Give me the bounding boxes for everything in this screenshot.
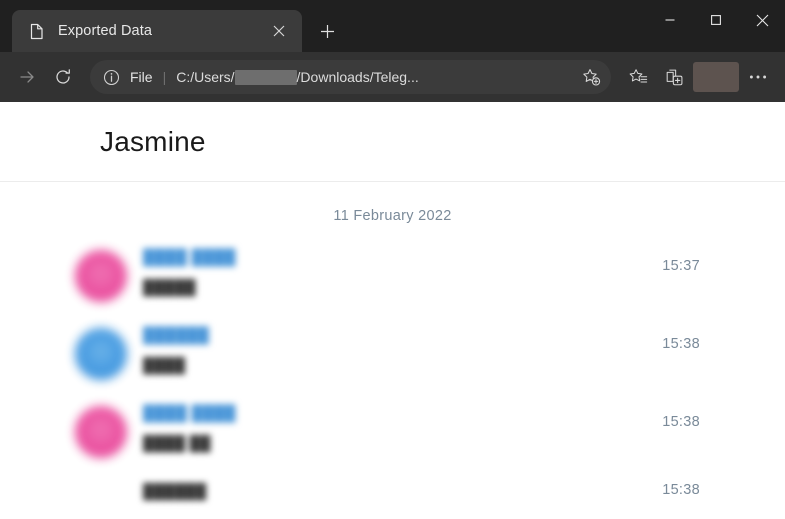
close-window-icon[interactable] [739,0,785,40]
new-tab-button[interactable] [308,12,346,50]
favorites-icon[interactable] [621,60,655,94]
message-body: ██████ ████ [143,324,695,377]
message-body: ████ ████ █████ [143,246,695,299]
avatar-slot [75,402,143,458]
message-list: ████ ████ █████ 15:37 ██████ ████ 15:38 [0,246,785,519]
refresh-icon[interactable] [46,60,80,94]
message-row: ████ ████ ████ ██ 15:38 [0,402,785,466]
close-icon[interactable] [266,18,292,44]
title-bar: Exported Data [0,0,785,52]
forward-arrow-icon[interactable] [10,60,44,94]
message-time: 15:38 [662,482,700,498]
address-bar[interactable]: File | C:/Users/ /Downloads/Teleg... [90,60,611,94]
page-content: Jasmine 11 February 2022 ████ ████ █████… [0,102,785,519]
message-sender: ████ ████ [143,405,236,422]
message-text: ██████ [143,484,207,500]
document-icon [28,22,46,40]
message-body: ████ ████ ████ ██ [143,402,695,455]
message-row: ████ ████ █████ 15:37 [0,246,785,310]
message-time: 15:38 [662,336,700,352]
redacted-username-block [234,69,297,85]
window-controls [647,0,785,40]
settings-more-icon[interactable] [741,60,775,94]
page-title: Jasmine [100,125,206,157]
avatar [75,328,127,380]
message-row: ██████ ████ 15:38 [0,324,785,388]
date-divider: 11 February 2022 [333,208,452,224]
avatar-slot [75,324,143,380]
message-sender: ████ ████ [143,249,236,266]
message-sender: ██████ [143,327,210,344]
minimize-icon[interactable] [647,0,693,40]
avatar [75,250,127,302]
maximize-icon[interactable] [693,0,739,40]
avatar-slot [75,246,143,302]
add-favorite-icon[interactable] [577,63,605,91]
tab-strip: Exported Data [0,0,647,52]
navigation-toolbar: File | C:/Users/ /Downloads/Teleg... [0,52,785,102]
profile-avatar-redacted[interactable] [693,62,739,92]
url-text[interactable]: C:/Users/ /Downloads/Teleg... [176,69,569,85]
message-body: ██████ [143,480,695,502]
message-time: 15:38 [662,414,700,430]
info-icon[interactable] [100,66,122,88]
url-prefix: C:/Users/ [176,69,235,85]
message-time: 15:37 [662,258,700,274]
avatar [75,406,127,458]
tab-exported-data[interactable]: Exported Data [12,10,302,52]
message-text: ████ ██ [143,436,211,453]
message-text: ████ [143,358,186,375]
collections-icon[interactable] [657,60,691,94]
message-row: ██████ 15:38 [0,480,785,519]
url-suffix: /Downloads/Teleg... [296,69,419,85]
tab-title: Exported Data [58,23,152,39]
page-header: Jasmine [0,102,785,182]
browser-window: Exported Data File | C:/Users/ /Download… [0,0,785,519]
message-history: 11 February 2022 ████ ████ █████ 15:37 █… [0,182,785,519]
avatar-slot [75,480,143,484]
url-separator: | [162,69,167,85]
message-text: █████ [143,280,196,297]
url-scheme-label: File [130,69,153,85]
